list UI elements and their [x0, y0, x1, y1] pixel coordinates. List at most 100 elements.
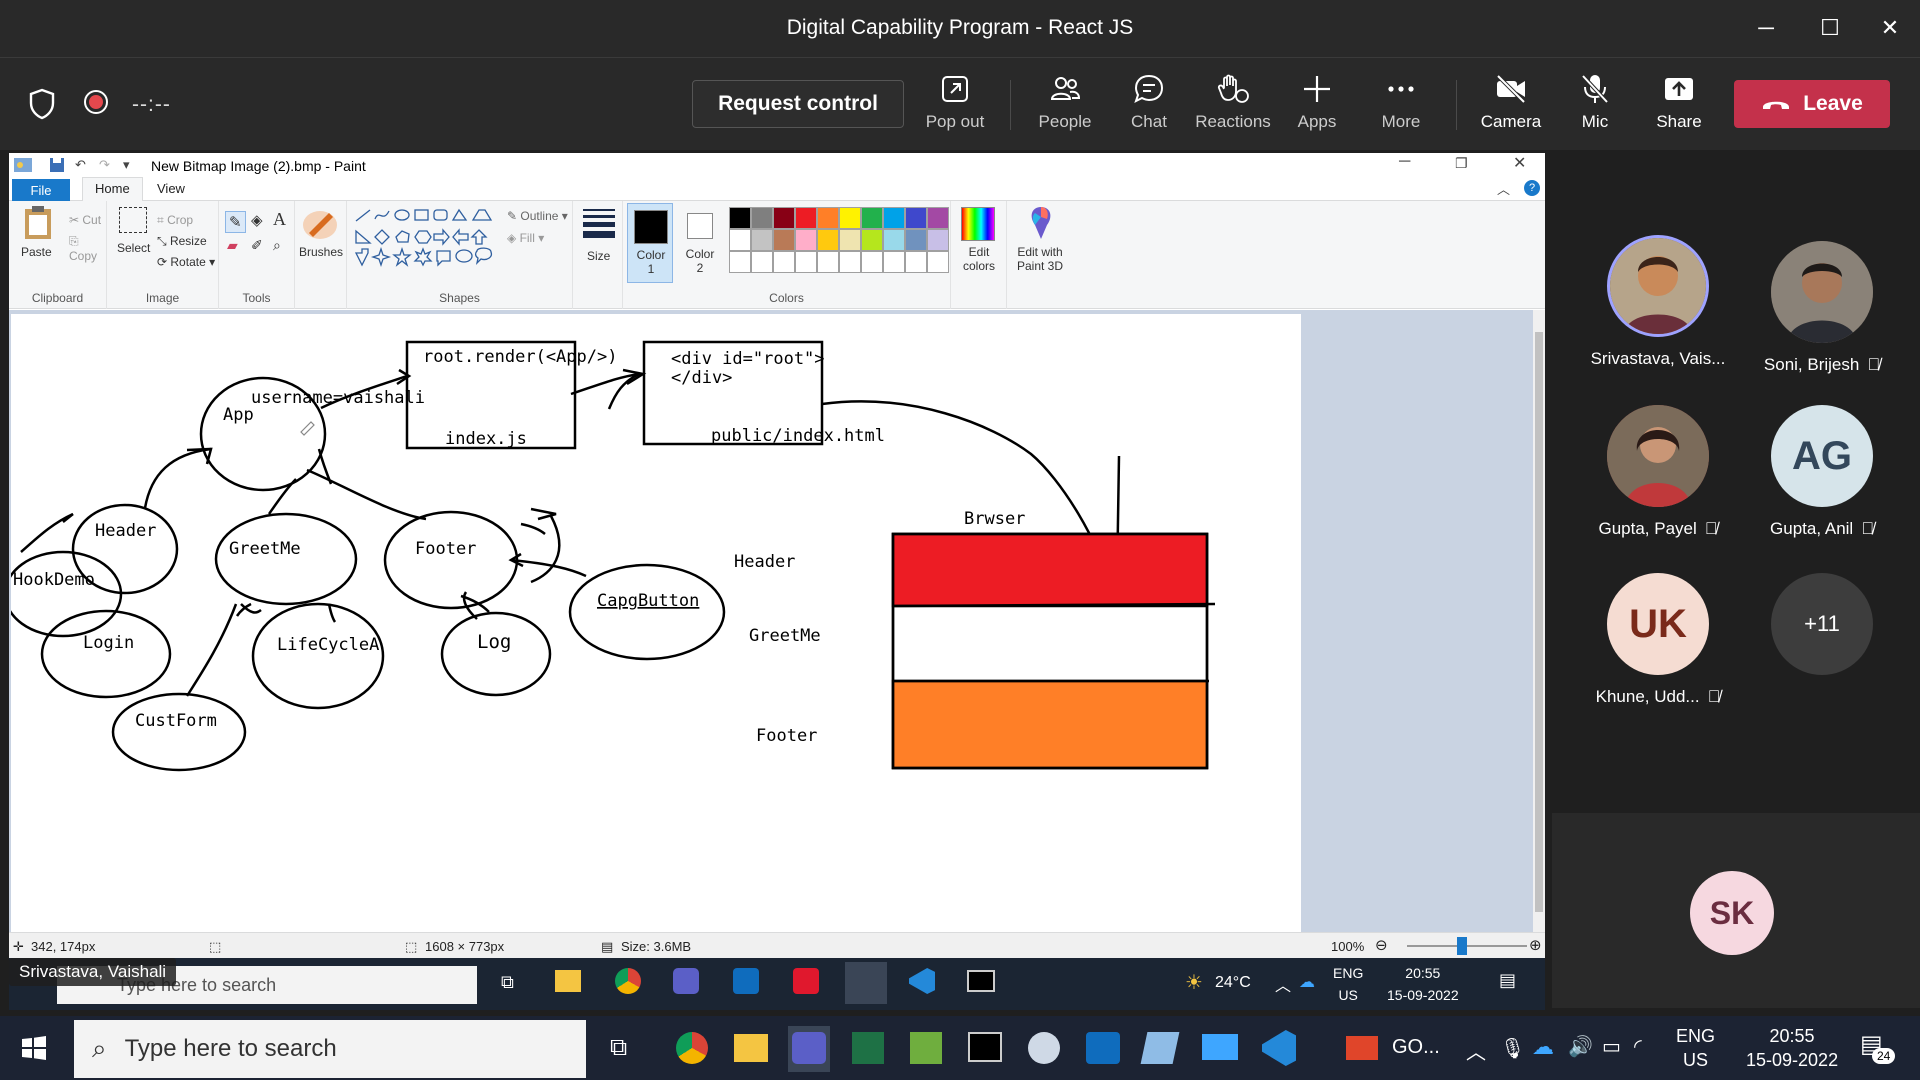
size-button[interactable]: Size [583, 207, 615, 263]
palette-custom-slot[interactable] [905, 251, 927, 273]
fill-dropdown[interactable]: ◈ Fill ▾ [507, 231, 544, 245]
help-icon[interactable]: ? [1524, 180, 1540, 196]
palette-custom-slot[interactable] [839, 251, 861, 273]
palette-swatch[interactable] [927, 207, 949, 229]
apps-button[interactable]: Apps [1274, 72, 1360, 142]
maximize-button[interactable]: ☐ [1810, 12, 1850, 44]
onedrive-icon[interactable]: ☁ [1532, 1034, 1554, 1060]
palette-swatch[interactable] [861, 229, 883, 251]
magnifier-icon[interactable]: ⌕ [273, 237, 281, 254]
paint-vertical-scrollbar[interactable] [1533, 310, 1545, 932]
zoom-slider[interactable] [1407, 945, 1527, 947]
color2-button[interactable]: Color 2 [677, 203, 723, 283]
palette-swatch[interactable] [751, 207, 773, 229]
chrome-icon[interactable] [676, 1032, 708, 1064]
palette-swatch[interactable] [729, 229, 751, 251]
select-button[interactable]: Select [115, 207, 150, 255]
palette-custom-slot[interactable] [751, 251, 773, 273]
zoom-out-icon[interactable]: ⊖ [1375, 936, 1388, 954]
paint-restore-icon[interactable]: ❐ [1455, 155, 1468, 172]
windows-start-icon[interactable] [22, 1036, 46, 1060]
palette-swatch[interactable] [795, 229, 817, 251]
palette-custom-slot[interactable] [883, 251, 905, 273]
paint3d-icon[interactable] [1027, 205, 1055, 241]
minimize-button[interactable]: ─ [1746, 12, 1786, 44]
tray-chevron-icon[interactable]: ︿ [1466, 1036, 1486, 1065]
participant-tile[interactable]: AG Gupta, Anil 🎙̸ [1742, 405, 1902, 539]
palette-swatch[interactable] [883, 229, 905, 251]
tab-view[interactable]: View [157, 181, 185, 196]
resize-button[interactable]: ⤡ Resize [157, 234, 207, 249]
eraser-tool-icon[interactable]: ▰ [227, 237, 238, 254]
palette-swatch[interactable] [883, 207, 905, 229]
redo-icon[interactable]: ↷ [99, 157, 110, 173]
vscode-icon[interactable] [1262, 1030, 1296, 1066]
undo-icon[interactable]: ↶ [75, 157, 86, 173]
tab-home[interactable]: Home [82, 177, 143, 201]
palette-custom-slot[interactable] [861, 251, 883, 273]
remote-desktop-icon[interactable] [1202, 1034, 1238, 1060]
more-button[interactable]: More [1358, 72, 1444, 142]
reactions-button[interactable]: Reactions [1190, 72, 1276, 142]
people-button[interactable]: People [1022, 72, 1108, 142]
palette-swatch[interactable] [817, 229, 839, 251]
color-picker-icon[interactable]: ✐ [251, 237, 263, 254]
camera-button[interactable]: Camera [1468, 72, 1554, 142]
paint-minimize-icon[interactable]: ─ [1399, 153, 1410, 171]
paint-close-icon[interactable]: ✕ [1513, 153, 1526, 173]
palette-swatch[interactable] [905, 207, 927, 229]
palette-swatch[interactable] [751, 229, 773, 251]
edit-colors-button[interactable]: Edit colors [955, 245, 1003, 273]
quick-access-dropdown-icon[interactable]: ▾ [123, 157, 130, 173]
save-icon[interactable] [49, 157, 65, 173]
terminal-icon[interactable] [968, 1032, 1002, 1062]
crop-button[interactable]: ⌗ Crop [157, 213, 193, 228]
brushes-button[interactable]: Brushes [299, 205, 343, 259]
participant-tile[interactable]: Srivastava, Vais... [1578, 235, 1738, 369]
host-search-box[interactable]: ⌕ Type here to search [74, 1020, 586, 1078]
edit-colors-icon[interactable] [961, 207, 995, 241]
palette-custom-slot[interactable] [927, 251, 949, 273]
palette-swatch[interactable] [839, 207, 861, 229]
close-button[interactable]: ✕ [1870, 12, 1910, 44]
palette-swatch[interactable] [729, 207, 751, 229]
participant-tile[interactable]: UK Khune, Udd... 🎙̸ [1578, 573, 1738, 707]
paint-canvas[interactable]: root.render(<App/>) index.js <div id="ro… [11, 314, 1301, 932]
wifi-icon[interactable]: ◜ [1634, 1034, 1642, 1059]
notepad-plus-icon[interactable] [910, 1032, 942, 1064]
copy-button[interactable]: ⎘ Copy [69, 234, 106, 263]
task-view-icon[interactable]: ⧉ [610, 1034, 627, 1062]
participant-tile[interactable]: Soni, Brijesh 🎙̸ [1742, 241, 1902, 375]
palette-custom-slot[interactable] [817, 251, 839, 273]
paint-taskbar-icon[interactable] [1028, 1032, 1060, 1064]
palette-swatch[interactable] [905, 229, 927, 251]
volume-icon[interactable]: 🔊 [1568, 1034, 1593, 1059]
palette-custom-slot[interactable] [795, 251, 817, 273]
share-button[interactable]: Share [1636, 72, 1722, 142]
request-control-button[interactable]: Request control [692, 80, 904, 128]
palette-swatch[interactable] [795, 207, 817, 229]
palette-swatch[interactable] [927, 229, 949, 251]
shield-icon[interactable] [28, 88, 56, 120]
palette-swatch[interactable] [773, 229, 795, 251]
color1-button[interactable]: Color 1 [627, 203, 673, 283]
more-participants-tile[interactable]: +11 [1742, 573, 1902, 675]
zoom-slider-thumb[interactable] [1457, 937, 1467, 955]
palette-swatch[interactable] [861, 207, 883, 229]
pencil-tool-icon[interactable]: ✎ [225, 211, 246, 233]
shapes-gallery[interactable] [353, 207, 503, 273]
rotate-button[interactable]: ⟳ Rotate ▾ [157, 255, 215, 269]
text-tool-icon[interactable]: A [273, 209, 286, 230]
palette-custom-slot[interactable] [729, 251, 751, 273]
palette-swatch[interactable] [839, 229, 861, 251]
notes-icon[interactable] [1140, 1032, 1180, 1064]
notification-center-button[interactable]: ▤ 24 [1860, 1030, 1896, 1064]
outline-dropdown[interactable]: ✎ Outline ▾ [507, 209, 568, 223]
battery-icon[interactable]: ▭ [1602, 1034, 1621, 1059]
chat-button[interactable]: Chat [1106, 72, 1192, 142]
pop-out-button[interactable]: Pop out [912, 72, 998, 142]
palette-swatch[interactable] [817, 207, 839, 229]
palette-swatch[interactable] [773, 207, 795, 229]
tab-file[interactable]: File [12, 179, 70, 201]
language-indicator[interactable]: ENG US [1676, 1024, 1715, 1072]
